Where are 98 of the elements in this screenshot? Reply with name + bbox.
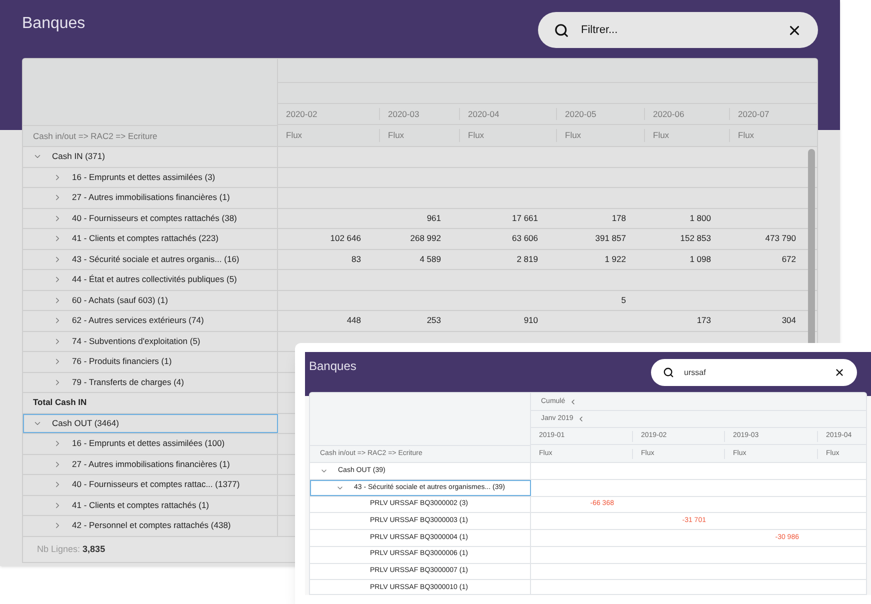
value-cell: 253: [426, 314, 441, 328]
tree-row[interactable]: 43 - Sécurité sociale et autres organis... (16): [23, 250, 278, 269]
chevron-right-icon[interactable]: [53, 193, 62, 202]
row-label: 76 - Produits financiers (1): [72, 355, 172, 368]
search-input[interactable]: urssaf: [684, 366, 834, 378]
page-title: Banques: [22, 14, 86, 34]
chevron-right-icon[interactable]: [53, 254, 62, 264]
tree-row[interactable]: 44 - État et autres collectivités publiques (5): [23, 270, 278, 290]
value-cell: 391 857: [595, 232, 626, 246]
value-cell: 304: [782, 314, 796, 328]
column-header: Flux: [286, 129, 302, 142]
column-header: 2020-04: [459, 108, 500, 120]
row-label: 16 - Emprunts et dettes assimilées (3): [72, 170, 216, 184]
tree-row[interactable]: 60 - Achats (sauf 603) (1): [23, 290, 278, 310]
row-label: Cash IN (371): [52, 150, 105, 164]
search-input[interactable]: Filtrer...: [581, 22, 787, 38]
page-title: Banques: [309, 358, 356, 375]
search-field[interactable]: Filtrer...: [538, 12, 818, 48]
search-icon: [663, 367, 674, 378]
close-icon[interactable]: [834, 367, 845, 378]
column-header: 2020-03: [379, 108, 420, 120]
tree-row[interactable]: 16 - Emprunts et dettes assimilées (100): [23, 434, 278, 454]
row-label: 40 - Fournisseurs et comptes rattac... (1377): [72, 478, 240, 492]
column-header: 2020-02: [286, 108, 318, 120]
column-header: Cash in/out => RAC2 => Ecriture: [33, 130, 158, 142]
tree-row[interactable]: 74 - Subventions d'exploitation (5): [23, 332, 278, 351]
column-header: Flux: [644, 129, 670, 142]
row-label: 60 - Achats (sauf 603) (1): [72, 294, 168, 307]
chevron-right-icon[interactable]: [53, 296, 62, 305]
tree-row[interactable]: 40 - Fournisseurs et comptes rattachés (38): [23, 208, 278, 228]
search-icon: [554, 22, 569, 38]
row-label: 74 - Subventions d'exploitation (5): [72, 334, 200, 348]
chevron-right-icon[interactable]: [53, 234, 62, 244]
tree-row[interactable]: 76 - Produits financiers (1): [23, 352, 278, 372]
row-label: 42 - Personnel et comptes rattachés (438): [72, 519, 231, 532]
value-cell: 102 646: [330, 232, 361, 246]
row-label: 43 - Sécurité sociale et autres organis... (16): [72, 252, 240, 266]
tree-row[interactable]: 27 - Autres immobilisations financières (1): [23, 188, 278, 208]
tree-row[interactable]: 40 - Fournisseurs et comptes rattac... (1377): [23, 475, 278, 494]
row-label: 44 - État et autres collectivités publiques (5): [72, 273, 237, 286]
value-cell: 268 992: [410, 232, 441, 246]
column-header: 2020-05: [556, 108, 596, 120]
row-label: 27 - Autres immobilisations financières (1): [72, 458, 230, 471]
value-cell: 173: [696, 314, 711, 328]
chevron-right-icon[interactable]: [53, 521, 62, 530]
value-cell: 178: [612, 212, 626, 225]
row-label: 40 - Fournisseurs et comptes rattachés (38): [72, 212, 237, 225]
value-cell: 961: [426, 212, 441, 225]
value-cell: 2 819: [516, 252, 538, 266]
row-label: Total Cash IN: [33, 396, 87, 410]
value-cell: 152 853: [680, 232, 711, 246]
tree-row[interactable]: 41 - Clients et comptes rattachés (1): [23, 496, 278, 515]
chevron-right-icon[interactable]: [53, 316, 62, 326]
value-cell: 672: [782, 252, 796, 266]
row-label: 62 - Autres services extérieurs (74): [72, 314, 204, 328]
chevron-right-icon[interactable]: [53, 460, 62, 469]
value-cell: 1 098: [690, 252, 711, 266]
tree-row[interactable]: Cash OUT (3464): [23, 414, 278, 433]
row-label: 27 - Autres immobilisations financières (1): [72, 191, 230, 204]
tree-row[interactable]: 16 - Emprunts et dettes assimilées (3): [23, 168, 278, 187]
value-cell: 448: [346, 314, 361, 328]
value-cell: 83: [352, 252, 361, 266]
chevron-right-icon[interactable]: [53, 480, 62, 490]
value-cell: 910: [524, 314, 538, 328]
value-cell: 1 922: [604, 252, 626, 266]
value-cell: 63 606: [512, 232, 538, 246]
value-cell: 17 661: [512, 212, 538, 225]
chevron-right-icon[interactable]: [53, 357, 62, 366]
tree-row[interactable]: 79 - Transferts de charges (4): [23, 372, 278, 392]
row-label: 41 - Clients et comptes rattachés (223): [72, 232, 218, 246]
column-header: 2020-07: [729, 108, 770, 120]
value-cell: 473 790: [765, 232, 796, 246]
total-row-label[interactable]: Total Cash IN: [23, 393, 278, 412]
chevron-right-icon[interactable]: [53, 378, 62, 387]
row-label: 41 - Clients et comptes rattachés (1): [72, 498, 210, 512]
row-label: 16 - Emprunts et dettes assimilées (100): [72, 437, 225, 450]
chevron-right-icon[interactable]: [53, 275, 62, 284]
chevron-right-icon[interactable]: [53, 500, 62, 510]
column-header: Flux: [729, 129, 754, 142]
value-cell: 5: [621, 294, 626, 307]
column-header: Flux: [556, 129, 582, 142]
chevron-right-icon[interactable]: [53, 172, 62, 182]
search-field[interactable]: urssaf: [651, 359, 857, 386]
column-header: Flux: [379, 129, 404, 142]
row-label: 79 - Transferts de charges (4): [72, 376, 184, 389]
tree-row[interactable]: Cash IN (371): [23, 147, 278, 166]
value-cell: 4 589: [420, 252, 441, 266]
tree-row[interactable]: 27 - Autres immobilisations financières (1): [23, 454, 278, 474]
chevron-right-icon[interactable]: [53, 439, 62, 448]
chevron-right-icon[interactable]: [53, 214, 62, 223]
value-cell: 1 800: [690, 212, 711, 225]
chevron-right-icon[interactable]: [53, 336, 62, 346]
tree-row[interactable]: 62 - Autres services extérieurs (74): [23, 311, 278, 330]
row-count: Nb Lignes: 3,835: [37, 542, 106, 556]
tree-row[interactable]: 41 - Clients et comptes rattachés (223): [23, 229, 278, 248]
row-label: Cash OUT (3464): [52, 416, 119, 430]
column-header: Flux: [459, 129, 484, 142]
column-header: 2020-06: [644, 108, 684, 120]
